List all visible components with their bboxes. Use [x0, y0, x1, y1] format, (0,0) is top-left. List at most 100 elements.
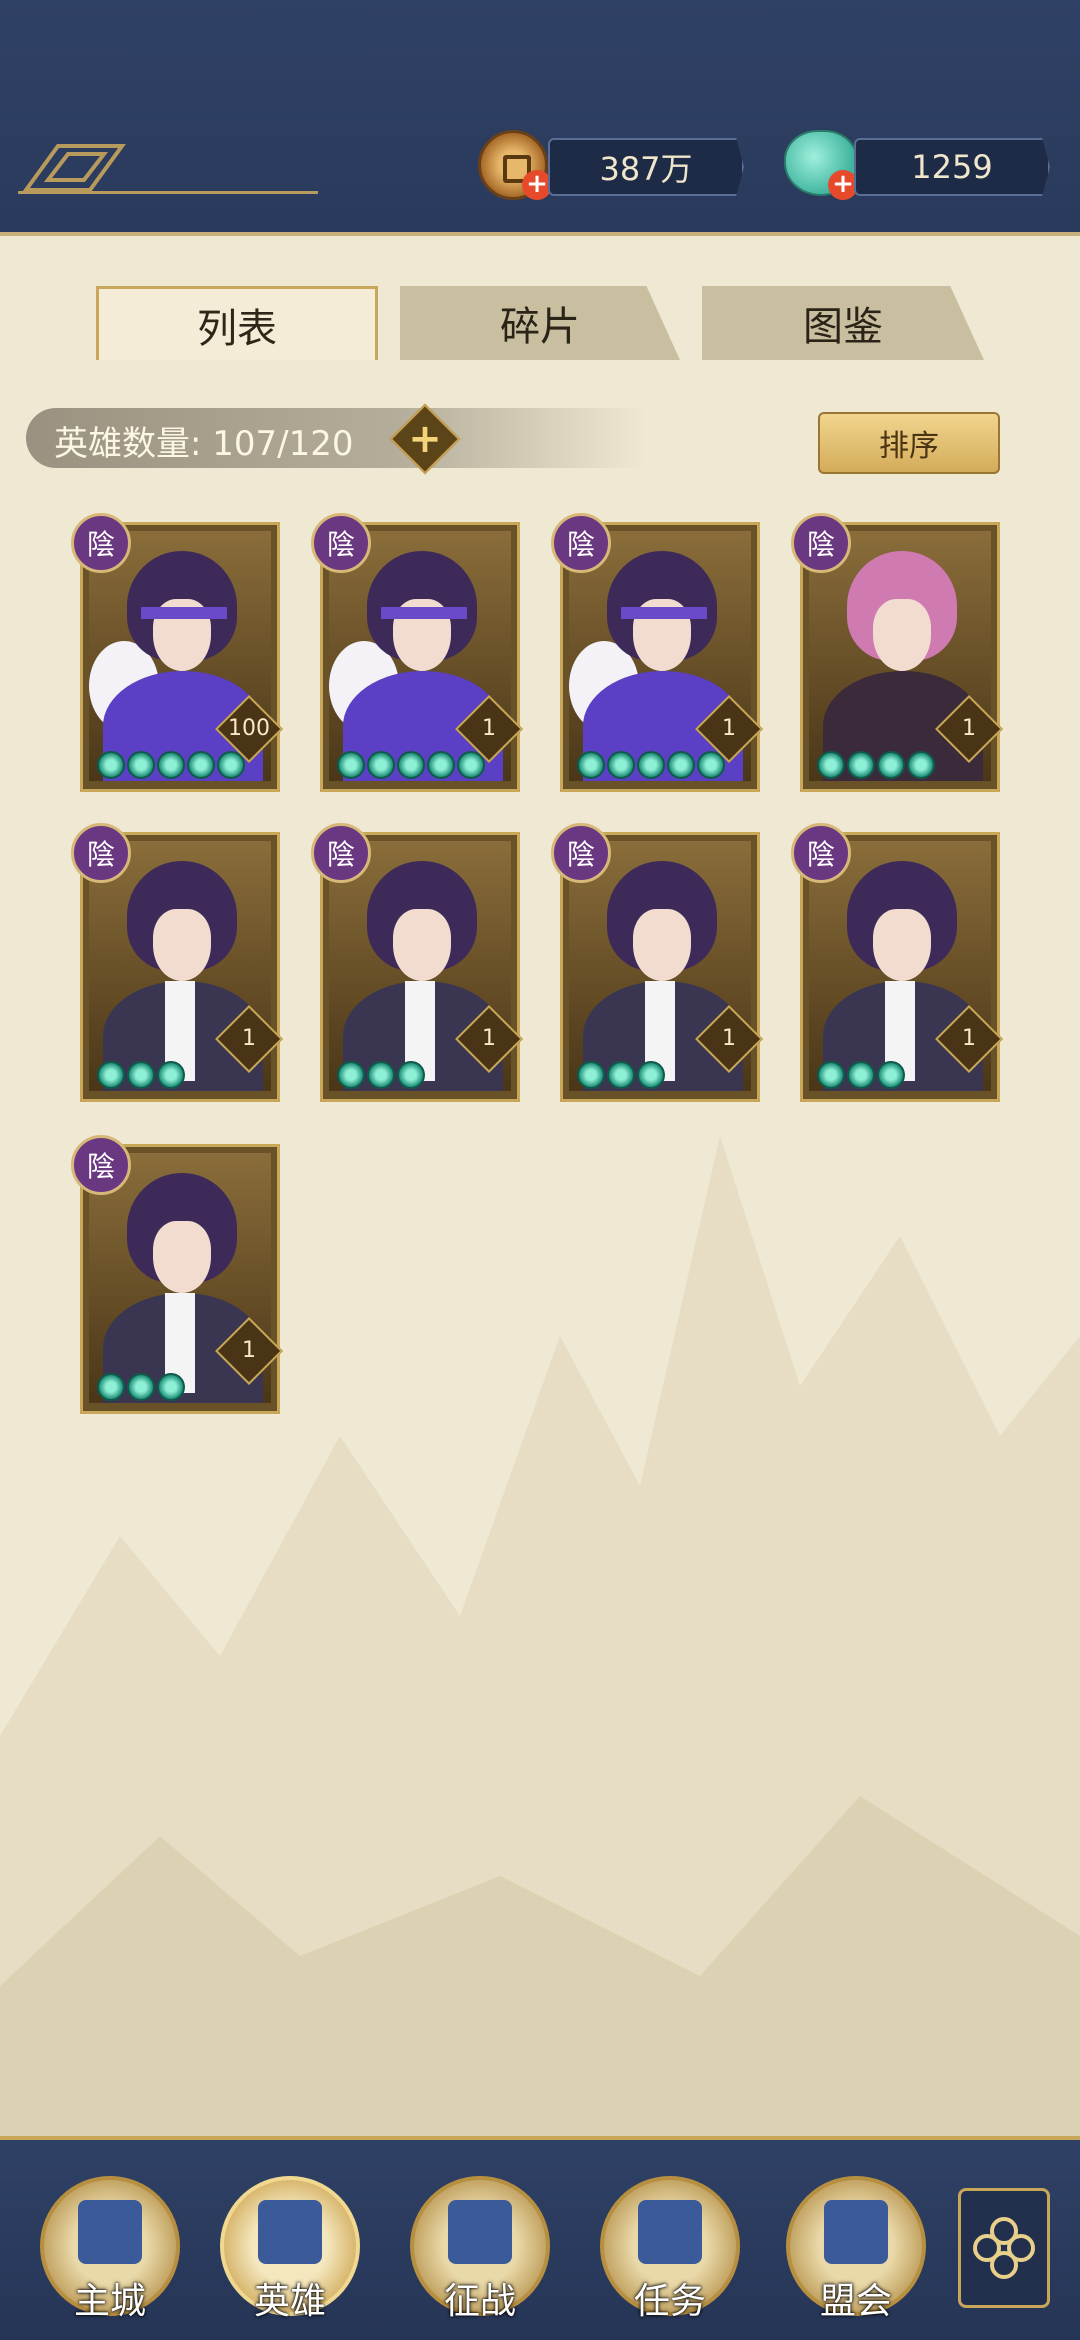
top-bar: + 387万 + 1259: [0, 0, 1080, 232]
level-value: 1: [242, 1026, 256, 1051]
level-value: 1: [962, 716, 976, 741]
tab-list[interactable]: 列表: [96, 286, 378, 360]
level-value: 100: [228, 716, 270, 741]
hero-card[interactable]: 陰1: [551, 513, 763, 792]
star-icon: [637, 751, 665, 779]
star-rating: [97, 1373, 185, 1401]
hero-card[interactable]: 陰1: [791, 513, 1003, 792]
star-icon: [697, 751, 725, 779]
add-jade-button[interactable]: +: [828, 170, 858, 200]
star-icon: [577, 751, 605, 779]
nav-label: 英雄: [253, 2281, 326, 2322]
element-badge: 陰: [791, 823, 851, 883]
scroll-icon: [638, 2200, 702, 2264]
nav-label: 征战: [443, 2281, 516, 2322]
star-rating: [577, 751, 725, 779]
star-icon: [457, 751, 485, 779]
star-icon: [817, 751, 845, 779]
star-icon: [157, 1061, 185, 1089]
tab-fragments[interactable]: 碎片: [400, 286, 680, 360]
star-icon: [577, 1061, 605, 1089]
star-rating: [817, 751, 935, 779]
level-value: 1: [722, 1026, 736, 1051]
hero-card[interactable]: 陰1: [71, 1135, 283, 1414]
hero-card[interactable]: 陰1: [311, 823, 523, 1102]
hero-card[interactable]: 陰1: [71, 823, 283, 1102]
flower-menu-icon: [973, 2217, 1035, 2279]
star-icon: [127, 751, 155, 779]
star-icon: [637, 1061, 665, 1089]
star-rating: [817, 1061, 905, 1089]
star-rating: [577, 1061, 665, 1089]
battle-icon: [448, 2200, 512, 2264]
element-badge: 陰: [71, 823, 131, 883]
star-icon: [847, 1061, 875, 1089]
element-badge: 陰: [311, 823, 371, 883]
element-badge: 陰: [71, 513, 131, 573]
star-icon: [127, 1061, 155, 1089]
guild-icon: [824, 2200, 888, 2264]
star-icon: [187, 751, 215, 779]
star-icon: [367, 751, 395, 779]
star-rating: [97, 1061, 185, 1089]
star-icon: [607, 1061, 635, 1089]
star-icon: [877, 1061, 905, 1089]
star-icon: [817, 1061, 845, 1089]
star-icon: [97, 751, 125, 779]
decorative-pattern: [18, 140, 318, 200]
nav-label: 主城: [73, 2281, 146, 2322]
nav-item-0[interactable]: 主城: [40, 2176, 180, 2326]
star-icon: [337, 751, 365, 779]
star-icon: [97, 1061, 125, 1089]
level-value: 1: [722, 716, 736, 741]
element-badge: 陰: [551, 823, 611, 883]
hero-card[interactable]: 陰1: [791, 823, 1003, 1102]
star-icon: [97, 1373, 125, 1401]
add-coins-button[interactable]: +: [522, 170, 552, 200]
star-icon: [607, 751, 635, 779]
star-icon: [397, 1061, 425, 1089]
star-icon: [847, 751, 875, 779]
nav-item-3[interactable]: 任务: [600, 2176, 740, 2326]
star-icon: [427, 751, 455, 779]
level-value: 1: [242, 1338, 256, 1363]
element-badge: 陰: [551, 513, 611, 573]
star-icon: [367, 1061, 395, 1089]
hero-count-label: 英雄数量: 107/120: [54, 424, 354, 464]
hero-card[interactable]: 陰1: [551, 823, 763, 1102]
star-icon: [217, 751, 245, 779]
star-icon: [397, 751, 425, 779]
level-value: 1: [482, 1026, 496, 1051]
tab-codex[interactable]: 图鉴: [702, 286, 984, 360]
level-value: 1: [962, 1026, 976, 1051]
castle-icon: [78, 2200, 142, 2264]
more-menu-button[interactable]: [958, 2188, 1050, 2308]
nav-label: 任务: [633, 2281, 706, 2322]
star-icon: [157, 1373, 185, 1401]
star-icon: [907, 751, 935, 779]
star-icon: [667, 751, 695, 779]
star-rating: [97, 751, 245, 779]
element-badge: 陰: [791, 513, 851, 573]
nav-item-1[interactable]: 英雄: [220, 2176, 360, 2326]
star-icon: [877, 751, 905, 779]
hero-panel: 列表 碎片 图鉴 英雄数量: 107/120 + 排序 陰 100 陰 1 陰 1 陰 1 陰 1…: [0, 232, 1080, 2340]
star-icon: [157, 751, 185, 779]
coin-counter: 387万: [548, 138, 744, 196]
hero-portrait-icon: [258, 2200, 322, 2264]
bottom-nav: 主城 英雄 征战 任务 盟会: [0, 2136, 1080, 2340]
element-badge: 陰: [71, 1135, 131, 1195]
star-icon: [127, 1373, 155, 1401]
nav-item-4[interactable]: 盟会: [786, 2176, 926, 2326]
nav-item-2[interactable]: 征战: [410, 2176, 550, 2326]
nav-label: 盟会: [819, 2281, 892, 2322]
level-value: 1: [482, 716, 496, 741]
star-rating: [337, 751, 485, 779]
plus-icon: +: [408, 416, 442, 462]
element-badge: 陰: [311, 513, 371, 573]
hero-card[interactable]: 陰1: [311, 513, 523, 792]
sort-button[interactable]: 排序: [818, 412, 1000, 474]
jade-counter: 1259: [854, 138, 1050, 196]
star-rating: [337, 1061, 425, 1089]
hero-card[interactable]: 陰 100: [71, 513, 283, 792]
